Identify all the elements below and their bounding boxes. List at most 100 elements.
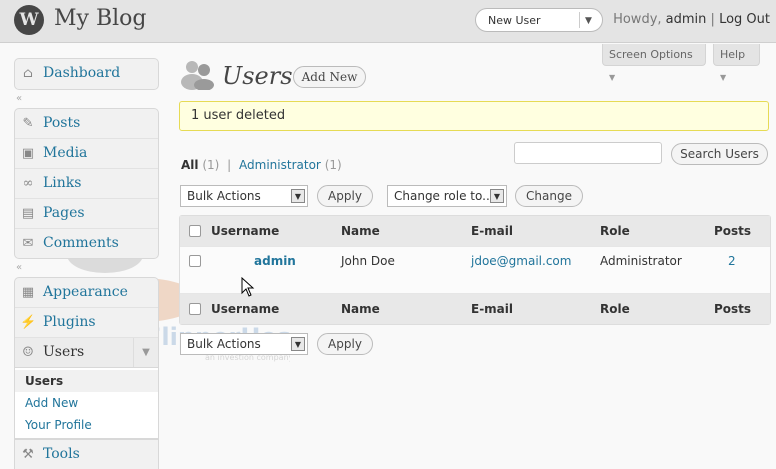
sidebar-item-dashboard[interactable]: ⌂ Dashboard bbox=[15, 59, 158, 88]
appearance-icon: ▦ bbox=[21, 285, 35, 300]
table-row: admin John Doe jdoe@gmail.com Administra… bbox=[180, 246, 770, 294]
site-title[interactable]: My Blog bbox=[54, 6, 146, 31]
bulk-actions-selected: Bulk Actions bbox=[187, 189, 261, 203]
profile-link[interactable]: admin bbox=[666, 12, 707, 27]
table-footer: Username Name E-mail Role Posts bbox=[180, 294, 770, 324]
chevron-down-icon[interactable]: ▼ bbox=[585, 9, 592, 33]
menu-separator-collapse-icon[interactable]: « bbox=[14, 90, 159, 108]
search-users-button[interactable]: Search Users bbox=[671, 143, 768, 165]
users-table: Username Name E-mail Role Posts admin Jo… bbox=[179, 215, 771, 325]
wordpress-logo-icon[interactable]: W bbox=[14, 5, 44, 35]
link-icon: ∞ bbox=[22, 176, 34, 191]
chevron-down-icon[interactable]: ▼ bbox=[490, 189, 504, 203]
select-all-checkbox-footer[interactable] bbox=[189, 303, 201, 315]
column-header-email[interactable]: E-mail bbox=[471, 216, 513, 246]
sidebar-item-plugins[interactable]: ⚡ Plugins bbox=[15, 308, 158, 338]
comment-icon: ✉ bbox=[22, 236, 34, 251]
howdy-text: Howdy, bbox=[613, 12, 662, 27]
sidebar-item-pages[interactable]: ▤ Pages bbox=[15, 199, 158, 229]
user-posts-link[interactable]: 2 bbox=[728, 247, 736, 275]
menu-group-settings: ▦ Appearance ⚡ Plugins ☺ Users ▼ bbox=[14, 277, 159, 368]
plug-icon: ⚡ bbox=[20, 315, 37, 330]
bulk-actions-select-top[interactable]: Bulk Actions ▼ bbox=[180, 185, 308, 207]
sidebar-item-label: Posts bbox=[43, 115, 81, 131]
sidebar-item-appearance[interactable]: ▦ Appearance bbox=[15, 278, 158, 308]
sidebar-item-label: Dashboard bbox=[43, 65, 121, 81]
admin-sidebar: ⌂ Dashboard « ✎ Posts ▣ Media ∞ Links ▤ … bbox=[14, 58, 159, 469]
pushpin-icon: ✎ bbox=[22, 116, 34, 131]
user-role: Administrator bbox=[600, 254, 682, 268]
column-footer-role: Role bbox=[600, 302, 630, 316]
column-header-role: Role bbox=[600, 224, 630, 238]
bulk-actions-selected: Bulk Actions bbox=[187, 337, 261, 351]
filter-all-count: (1) bbox=[202, 158, 220, 172]
chevron-down-icon[interactable]: ▼ bbox=[291, 337, 305, 351]
chevron-down-icon[interactable]: ▼ bbox=[291, 189, 305, 203]
sidebar-item-users[interactable]: ☺ Users ▼ bbox=[15, 338, 158, 367]
favorite-actions-dropdown[interactable]: New User ▼ bbox=[475, 8, 603, 32]
users-submenu: Users Add New Your Profile bbox=[14, 368, 159, 439]
apply-button-top[interactable]: Apply bbox=[317, 185, 373, 207]
sidebar-item-media[interactable]: ▣ Media bbox=[15, 139, 158, 169]
sidebar-item-tools[interactable]: ⚒ Tools bbox=[14, 439, 159, 469]
column-header-posts[interactable]: Posts bbox=[714, 216, 751, 246]
sidebar-item-posts[interactable]: ✎ Posts bbox=[15, 109, 158, 139]
users-page-icon bbox=[181, 61, 214, 90]
submenu-item-add-new[interactable]: Add New bbox=[15, 392, 158, 414]
row-checkbox[interactable] bbox=[189, 255, 201, 267]
sidebar-item-label: Media bbox=[43, 145, 88, 161]
favorite-action-label: New User bbox=[488, 14, 541, 27]
submenu-link[interactable]: Your Profile bbox=[25, 418, 92, 432]
user-info: Howdy, admin | Log Out bbox=[613, 12, 770, 27]
column-header-username[interactable]: Username bbox=[211, 216, 279, 246]
change-role-select[interactable]: Change role to... ▼ bbox=[387, 185, 507, 207]
sidebar-item-label: Appearance bbox=[43, 284, 128, 300]
apply-button-bottom[interactable]: Apply bbox=[317, 333, 373, 355]
logout-link[interactable]: Log Out bbox=[719, 12, 770, 27]
column-footer-name[interactable]: Name bbox=[341, 294, 380, 324]
page-title: Users bbox=[222, 62, 293, 90]
filter-all-link[interactable]: All bbox=[181, 158, 199, 172]
screen-options-tab[interactable]: Screen Options ▼ bbox=[602, 44, 706, 82]
help-tab[interactable]: Help ▼ bbox=[713, 44, 760, 82]
sidebar-item-label: Pages bbox=[43, 205, 85, 221]
sidebar-item-label: Links bbox=[43, 175, 82, 191]
chevron-down-icon: ▼ bbox=[720, 73, 727, 82]
menu-group-dashboard: ⌂ Dashboard bbox=[14, 58, 159, 90]
submenu-item-your-profile[interactable]: Your Profile bbox=[15, 414, 158, 436]
table-header: Username Name E-mail Role Posts bbox=[180, 216, 770, 246]
sidebar-item-label: Plugins bbox=[43, 314, 96, 330]
change-role-button[interactable]: Change bbox=[515, 185, 583, 207]
tools-icon: ⚒ bbox=[22, 447, 34, 462]
username-link[interactable]: admin bbox=[254, 247, 296, 275]
admin-header: W My Blog New User ▼ Howdy, admin | Log … bbox=[0, 0, 776, 43]
column-footer-username[interactable]: Username bbox=[211, 294, 279, 324]
search-users-input[interactable] bbox=[514, 142, 662, 164]
screen-options-label: Screen Options bbox=[609, 48, 693, 61]
menu-separator-collapse-icon[interactable]: « bbox=[14, 259, 159, 277]
favorite-actions-divider bbox=[579, 12, 580, 28]
media-icon: ▣ bbox=[21, 146, 35, 161]
submenu-item-users[interactable]: Users bbox=[15, 370, 158, 392]
column-footer-email[interactable]: E-mail bbox=[471, 294, 513, 324]
sidebar-item-label: Tools bbox=[43, 446, 80, 462]
filter-administrator-link[interactable]: Administrator bbox=[239, 158, 321, 172]
submenu-link[interactable]: Add New bbox=[25, 396, 78, 410]
chevron-down-icon[interactable]: ▼ bbox=[133, 338, 158, 367]
user-email-link[interactable]: jdoe@gmail.com bbox=[471, 247, 571, 275]
chevron-down-icon: ▼ bbox=[609, 73, 616, 82]
help-label: Help bbox=[720, 48, 746, 61]
bulk-actions-select-bottom[interactable]: Bulk Actions ▼ bbox=[180, 333, 308, 355]
sidebar-item-links[interactable]: ∞ Links bbox=[15, 169, 158, 199]
add-new-button[interactable]: Add New bbox=[293, 66, 366, 88]
menu-group-content: ✎ Posts ▣ Media ∞ Links ▤ Pages ✉ Commen… bbox=[14, 108, 159, 259]
role-filter-links: All (1) | Administrator (1) bbox=[181, 158, 342, 172]
column-footer-posts[interactable]: Posts bbox=[714, 294, 751, 324]
column-header-name[interactable]: Name bbox=[341, 216, 380, 246]
sidebar-item-label: Comments bbox=[43, 235, 119, 251]
filter-separator: | bbox=[227, 158, 232, 172]
separator: | bbox=[710, 12, 715, 27]
pages-icon: ▤ bbox=[21, 206, 35, 221]
sidebar-item-comments[interactable]: ✉ Comments bbox=[15, 229, 158, 258]
select-all-checkbox[interactable] bbox=[189, 225, 201, 237]
